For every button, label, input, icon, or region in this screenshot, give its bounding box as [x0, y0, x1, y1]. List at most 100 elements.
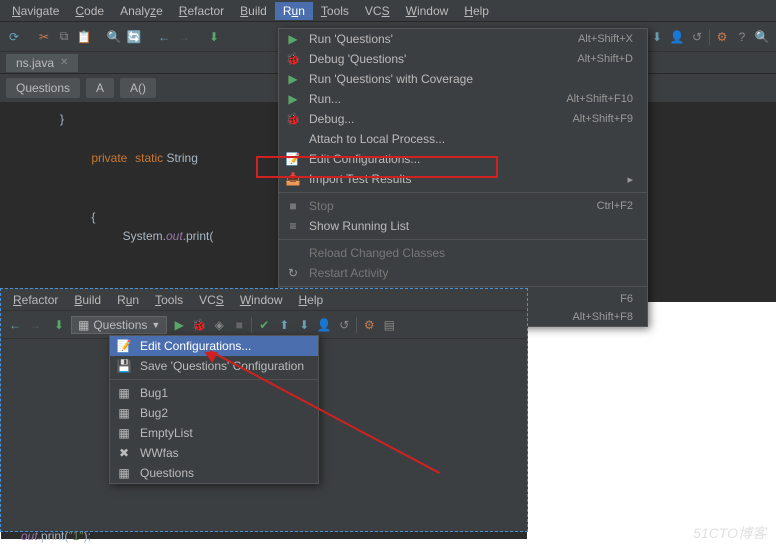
config-item-label: Save 'Questions' Configuration: [140, 359, 304, 373]
paste-icon[interactable]: 📋: [76, 29, 92, 45]
menu-item[interactable]: 🐞Debug...Alt+Shift+F9: [279, 109, 647, 129]
coverage-icon[interactable]: ◈: [211, 317, 227, 333]
menu-build[interactable]: Build: [232, 2, 275, 20]
config-item-label: WWfas: [140, 446, 304, 460]
config-item[interactable]: ▦EmptyList: [110, 423, 318, 443]
menu-item[interactable]: 📝Edit Configurations...: [279, 149, 647, 169]
menu2-build[interactable]: Build: [66, 291, 109, 309]
vcs-push-icon[interactable]: ⬆: [276, 317, 292, 333]
config-item[interactable]: ▦Bug2: [110, 403, 318, 423]
back-icon-2[interactable]: ←: [7, 317, 23, 333]
menu-help[interactable]: Help: [456, 2, 497, 20]
menu2-run[interactable]: Run: [109, 291, 147, 309]
run-config-combo[interactable]: ▦ Questions ▼: [71, 316, 167, 334]
config-item-icon: ▦: [116, 386, 132, 400]
crumb-inner[interactable]: A: [86, 78, 114, 98]
run-icon[interactable]: ▶: [171, 317, 187, 333]
find-icon[interactable]: 🔍: [754, 29, 770, 45]
cut-icon[interactable]: ✂: [36, 29, 52, 45]
shortcut: Alt+Shift+F8: [572, 311, 633, 323]
build-icon[interactable]: ⬇: [206, 29, 222, 45]
menu2-tools[interactable]: Tools: [147, 291, 191, 309]
build-icon-2[interactable]: ⬇: [51, 317, 67, 333]
stop-icon[interactable]: ■: [231, 317, 247, 333]
menu-item-label: Debug...: [309, 112, 564, 126]
settings-icon[interactable]: ⚙: [714, 29, 730, 45]
menu-run[interactable]: Run: [275, 2, 313, 20]
menu-item-label: Attach to Local Process...: [309, 132, 625, 146]
menu-item[interactable]: ▶Run...Alt+Shift+F10: [279, 89, 647, 109]
menu-item[interactable]: ≡Show Running List: [279, 216, 647, 236]
menu-item[interactable]: 📥Import Test Results▸: [279, 169, 647, 189]
config-item-label: Questions: [140, 466, 304, 480]
menu2-window[interactable]: Window: [232, 291, 291, 309]
replace-icon[interactable]: 🔄: [126, 29, 142, 45]
menu-item[interactable]: ↻Restart Activity: [279, 263, 647, 283]
crumb-class[interactable]: Questions: [6, 78, 80, 98]
file-tab-label: ns.java: [16, 56, 54, 70]
file-tab[interactable]: ns.java ✕: [6, 54, 78, 72]
sync-icon[interactable]: ⟳: [6, 29, 22, 45]
avatar-icon[interactable]: 👤: [669, 29, 685, 45]
menubar-2: Refactor Build Run Tools VCS Window Help: [1, 289, 527, 311]
run-menu: ▶Run 'Questions'Alt+Shift+X 🐞 Debug 'Quest…: [278, 28, 648, 327]
menu-item-label: Run...: [309, 92, 558, 106]
forward-icon[interactable]: →: [176, 29, 192, 45]
menu-item[interactable]: ▶Run 'Questions'Alt+Shift+X: [279, 29, 647, 49]
menu-item-icon: 📥: [285, 172, 301, 186]
config-item-icon: 💾: [116, 359, 132, 373]
history-icon-2[interactable]: ↺: [336, 317, 352, 333]
shortcut: Alt+Shift+D: [577, 53, 633, 65]
menu-tools[interactable]: Tools: [313, 2, 357, 20]
shortcut: ▸: [627, 173, 633, 186]
forward-icon-2[interactable]: →: [27, 317, 43, 333]
close-icon[interactable]: ✕: [60, 57, 68, 68]
shortcut: Alt+Shift+F10: [566, 93, 633, 105]
debug-icon[interactable]: 🐞: [191, 317, 207, 333]
menu-item[interactable]: ■StopCtrl+F2: [279, 196, 647, 216]
avatar-icon-2[interactable]: 👤: [316, 317, 332, 333]
chevron-down-icon: ▼: [151, 320, 160, 330]
help-icon[interactable]: ?: [734, 29, 750, 45]
menu-item[interactable]: Attach to Local Process...: [279, 129, 647, 149]
copy-icon[interactable]: ⧉: [56, 29, 72, 45]
menu-item-label: Restart Activity: [309, 266, 625, 280]
menu-item-icon: 🐞: [285, 52, 301, 66]
structure-icon[interactable]: ▤: [381, 317, 397, 333]
menu-item-icon: 📝: [285, 152, 301, 166]
overlay-screenshot: Refactor Build Run Tools VCS Window Help…: [0, 288, 528, 532]
history-icon[interactable]: ↺: [689, 29, 705, 45]
config-item-icon: ▦: [116, 406, 132, 420]
menu-item-label: Stop: [309, 199, 589, 213]
menu-refactor[interactable]: Refactor: [171, 2, 232, 20]
config-item[interactable]: ✖ WWfas: [110, 443, 318, 463]
menu2-vcs[interactable]: VCS: [191, 291, 232, 309]
crumb-method[interactable]: A(): [120, 78, 156, 98]
vcs-commit-icon[interactable]: ✔: [256, 317, 272, 333]
menu-code[interactable]: Code: [67, 2, 112, 20]
menu-item[interactable]: 🐞 Debug 'Questions' Alt+Shift+D: [279, 49, 647, 69]
config-item-icon: 📝: [116, 339, 132, 353]
menu2-help[interactable]: Help: [291, 291, 332, 309]
search-icon[interactable]: 🔍: [106, 29, 122, 45]
menu-analyze[interactable]: Analyze: [112, 2, 171, 20]
menu-item-label: Debug 'Questions': [309, 52, 569, 66]
combo-icon: ▦: [78, 318, 89, 332]
config-item[interactable]: ▦ Questions: [110, 463, 318, 483]
settings-icon-2[interactable]: ⚙: [361, 317, 377, 333]
menu-item-icon: ■: [285, 199, 301, 213]
back-icon[interactable]: ←: [156, 29, 172, 45]
vcs-pull-icon[interactable]: ⬇: [296, 317, 312, 333]
menu-item[interactable]: Reload Changed Classes: [279, 243, 647, 263]
shortcut: F6: [620, 293, 633, 305]
menu-navigate[interactable]: NNavigateavigate: [4, 2, 67, 20]
update-icon[interactable]: ⬇: [649, 29, 665, 45]
menu-window[interactable]: Window: [398, 2, 457, 20]
config-item-icon: ▦: [116, 466, 132, 480]
menu-item[interactable]: ▶Run 'Questions' with Coverage: [279, 69, 647, 89]
menu-item-icon: ▶: [285, 32, 301, 46]
config-item-icon: ✖: [116, 446, 132, 460]
menu-vcs[interactable]: VCS: [357, 2, 398, 20]
config-item-label: Edit Configurations...: [140, 339, 304, 353]
menu2-refactor[interactable]: Refactor: [5, 291, 66, 309]
